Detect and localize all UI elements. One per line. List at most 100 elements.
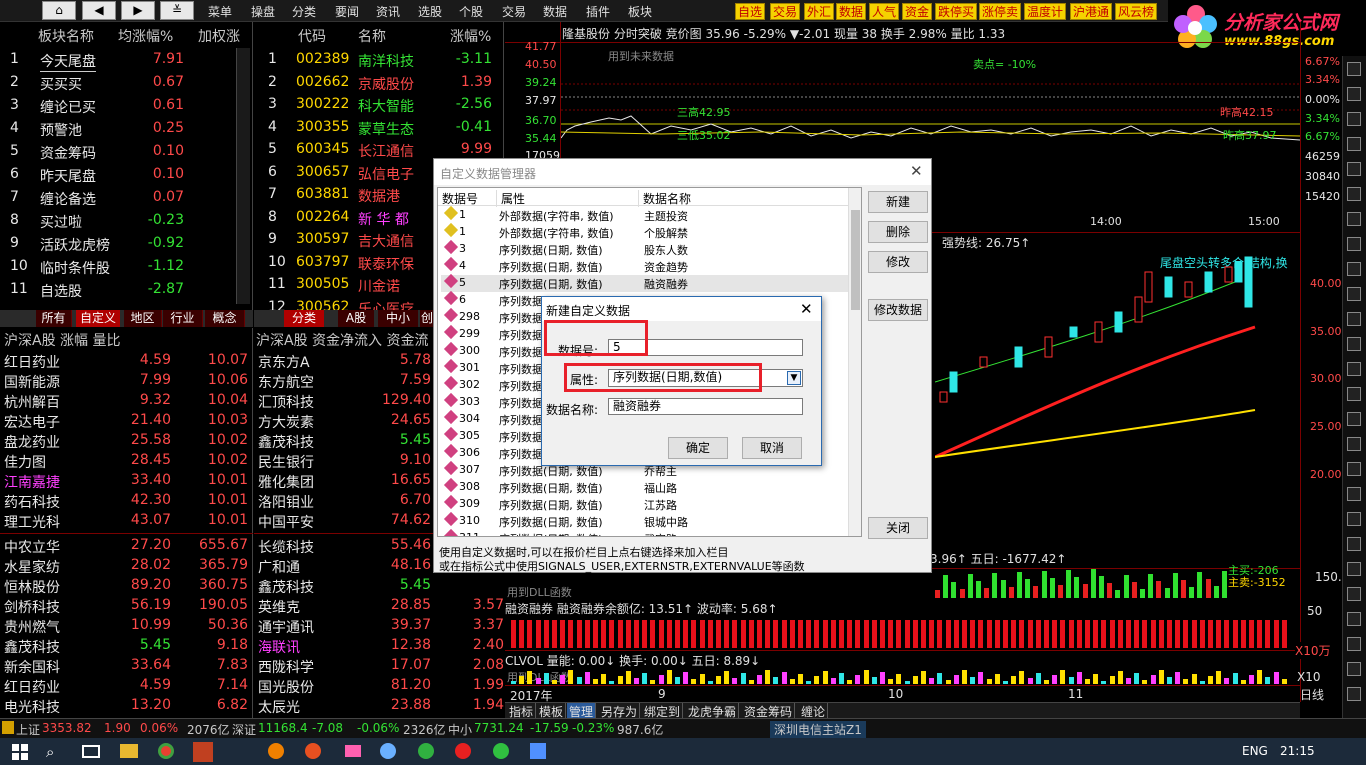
tool-icon-9[interactable]	[1347, 287, 1361, 301]
stock-tab-0[interactable]: 分类	[284, 310, 324, 327]
close-button[interactable]: 关闭	[868, 517, 928, 539]
list-item[interactable]: 3 序列数据(日期, 数值) 股东人数	[441, 239, 849, 258]
down-double-icon[interactable]: ≚	[160, 1, 194, 20]
sector-name-header[interactable]: 板块名称	[38, 26, 94, 46]
sector-tab-3[interactable]: 行业	[163, 310, 203, 327]
sector-row[interactable]: 9 活跃龙虎榜 -0.92	[0, 232, 236, 255]
quick-button-3[interactable]: 数据	[836, 3, 867, 20]
tool-icon-22[interactable]	[1347, 612, 1361, 626]
sector-row[interactable]: 2 买买买 0.67	[0, 71, 236, 94]
tool-icon-8[interactable]	[1347, 262, 1361, 276]
list-item[interactable]: 1 外部数据(字符串, 数值) 个股解禁	[441, 222, 849, 241]
list-scrollbar[interactable]	[848, 188, 861, 536]
server-label[interactable]: 深圳电信主站Z1	[770, 721, 866, 738]
tool-icon-0[interactable]	[1347, 62, 1361, 76]
data-name-input[interactable]: 融资融券	[608, 398, 803, 415]
tool-icon-24[interactable]	[1347, 662, 1361, 676]
stock-row[interactable]: 3 300222 科大智能 -2.56	[254, 93, 504, 116]
new-dialog-titlebar[interactable]: 新建自定义数据 ✕	[542, 297, 821, 321]
tool-icon-23[interactable]	[1347, 637, 1361, 651]
quick-button-4[interactable]: 人气	[869, 3, 900, 20]
quick-button-6[interactable]: 跌停买	[935, 3, 978, 20]
tool-icon-21[interactable]	[1347, 587, 1361, 601]
menu-item-4[interactable]: 资讯	[376, 3, 400, 20]
app-extra-icon[interactable]	[530, 743, 546, 759]
ok-button[interactable]: 确定	[668, 437, 728, 459]
stock-name-header[interactable]: 名称	[358, 26, 386, 46]
app-orange-icon[interactable]	[268, 743, 284, 759]
stock-change-header[interactable]: 涨幅%	[450, 26, 491, 46]
tool-icon-6[interactable]	[1347, 212, 1361, 226]
tool-icon-12[interactable]	[1347, 362, 1361, 376]
app-red-icon[interactable]	[305, 743, 321, 759]
tool-icon-4[interactable]	[1347, 162, 1361, 176]
sector-tab-0[interactable]: 所有	[36, 310, 72, 327]
menu-item-8[interactable]: 数据	[543, 3, 567, 20]
app-pink-icon[interactable]	[345, 745, 361, 757]
tool-icon-16[interactable]	[1347, 462, 1361, 476]
col-attr-header[interactable]: 属性	[496, 190, 638, 207]
sector-extra-header[interactable]: 加权涨	[198, 26, 240, 46]
rank-row[interactable]: 理工光科 43.07 10.01	[0, 510, 253, 533]
quick-button-7[interactable]: 涨停卖	[979, 3, 1022, 20]
list-item[interactable]: 309 序列数据(日期, 数值) 江苏路	[441, 494, 849, 513]
language-indicator[interactable]: ENG	[1242, 744, 1268, 758]
tool-icon-11[interactable]	[1347, 337, 1361, 351]
menu-item-5[interactable]: 选股	[418, 3, 442, 20]
period-label[interactable]: 日线	[1300, 686, 1324, 703]
menu-item-3[interactable]: 要闻	[335, 3, 359, 20]
modify-data-button[interactable]: 修改数据	[868, 299, 928, 321]
tool-icon-15[interactable]	[1347, 437, 1361, 451]
app-blue-icon[interactable]	[380, 743, 396, 759]
sector-row[interactable]: 5 资金筹码 0.10	[0, 140, 236, 163]
quick-button-8[interactable]: 温度计	[1024, 3, 1067, 20]
tool-icon-14[interactable]	[1347, 412, 1361, 426]
menu-item-6[interactable]: 个股	[459, 3, 483, 20]
quick-button-0[interactable]: 自选	[735, 3, 766, 20]
new-button[interactable]: 新建	[868, 191, 928, 213]
sector-row[interactable]: 11 自选股 -2.87	[0, 278, 236, 301]
task-view-icon[interactable]	[82, 745, 100, 758]
menu-item-1[interactable]: 操盘	[251, 3, 275, 20]
wechat-icon[interactable]	[493, 743, 509, 759]
new-dialog-close-icon[interactable]: ✕	[800, 300, 813, 318]
sector-change-header[interactable]: 均涨幅%	[118, 26, 173, 46]
stock-tab-3[interactable]: 创	[420, 310, 434, 327]
rank-row[interactable]: 电光科技 13.20 6.82	[0, 695, 253, 718]
sector-tab-4[interactable]: 概念	[205, 310, 245, 327]
stock-row[interactable]: 4 300355 蒙草生态 -0.41	[254, 116, 504, 139]
forward-icon[interactable]: ▶	[121, 1, 155, 20]
home-icon[interactable]: ⌂	[42, 1, 76, 20]
file-explorer-icon[interactable]	[120, 744, 138, 758]
tool-icon-5[interactable]	[1347, 187, 1361, 201]
quick-button-10[interactable]: 风云榜	[1115, 3, 1158, 20]
list-item[interactable]: 4 序列数据(日期, 数值) 资金趋势	[441, 256, 849, 275]
search-icon[interactable]: ⌕	[46, 743, 54, 761]
sector-tab-1[interactable]: 自定义	[76, 310, 120, 327]
tool-icon-3[interactable]	[1347, 137, 1361, 151]
tool-icon-17[interactable]	[1347, 487, 1361, 501]
clock[interactable]: 21:15	[1280, 744, 1315, 758]
tool-icon-13[interactable]	[1347, 387, 1361, 401]
sector-row[interactable]: 3 缠论已买 0.61	[0, 94, 236, 117]
stock-tab-1[interactable]: A股	[338, 310, 374, 327]
sector-row[interactable]: 1 今天尾盘 7.91	[0, 48, 236, 72]
list-item[interactable]: 5 序列数据(日期, 数值) 融资融券	[441, 273, 849, 292]
tool-icon-18[interactable]	[1347, 512, 1361, 526]
quick-button-2[interactable]: 外汇	[804, 3, 835, 20]
list-item[interactable]: 1 外部数据(字符串, 数值) 主题投资	[441, 205, 849, 224]
modify-button[interactable]: 修改	[868, 251, 928, 273]
tool-icon-19[interactable]	[1347, 537, 1361, 551]
delete-button[interactable]: 删除	[868, 221, 928, 243]
sector-row[interactable]: 4 预警池 0.25	[0, 117, 236, 140]
quick-button-5[interactable]: 资金	[902, 3, 933, 20]
stock-row[interactable]: 1 002389 南洋科技 -3.11	[254, 48, 504, 71]
sector-row[interactable]: 6 昨天尾盘 0.10	[0, 163, 236, 186]
list-item[interactable]: 310 序列数据(日期, 数值) 银城中路	[441, 511, 849, 530]
stock-code-header[interactable]: 代码	[298, 26, 326, 46]
quick-button-1[interactable]: 交易	[770, 3, 801, 20]
tool-icon-20[interactable]	[1347, 562, 1361, 576]
stock-row[interactable]: 2 002662 京威股份 1.39	[254, 71, 504, 94]
menu-item-2[interactable]: 分类	[292, 3, 316, 20]
sector-row[interactable]: 8 买过啦 -0.23	[0, 209, 236, 232]
